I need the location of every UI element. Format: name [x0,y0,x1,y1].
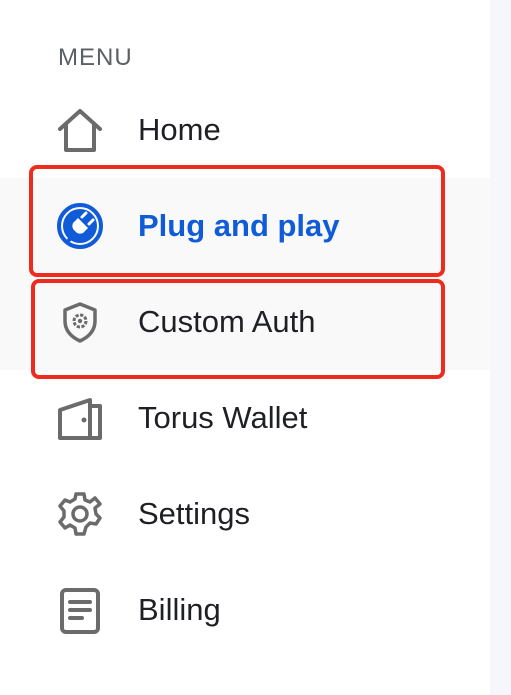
sidebar-item-label: Plug and play [138,208,340,243]
home-icon [56,106,104,154]
sidebar-item-plug-and-play[interactable]: Plug and play [0,178,490,274]
sidebar-item-label: Home [138,112,221,147]
menu-heading: MENU [58,44,133,71]
plug-icon [56,202,104,250]
shield-gear-icon [56,298,104,346]
sidebar-item-billing[interactable]: Billing [0,562,490,658]
sidebar-item-torus-wallet[interactable]: Torus Wallet [0,370,490,466]
gear-icon [56,490,104,538]
sidebar-item-home[interactable]: Home [0,82,490,178]
sidebar-item-settings[interactable]: Settings [0,466,490,562]
sidebar-item-label: Custom Auth [138,304,316,339]
sidebar-item-label: Settings [138,496,251,531]
sidebar-item-label: Billing [138,592,221,627]
content-edge [490,0,511,695]
wallet-icon [56,394,104,442]
sidebar-item-custom-auth[interactable]: Custom Auth [0,274,490,370]
document-icon [56,586,104,634]
sidebar-item-label: Torus Wallet [138,400,308,435]
